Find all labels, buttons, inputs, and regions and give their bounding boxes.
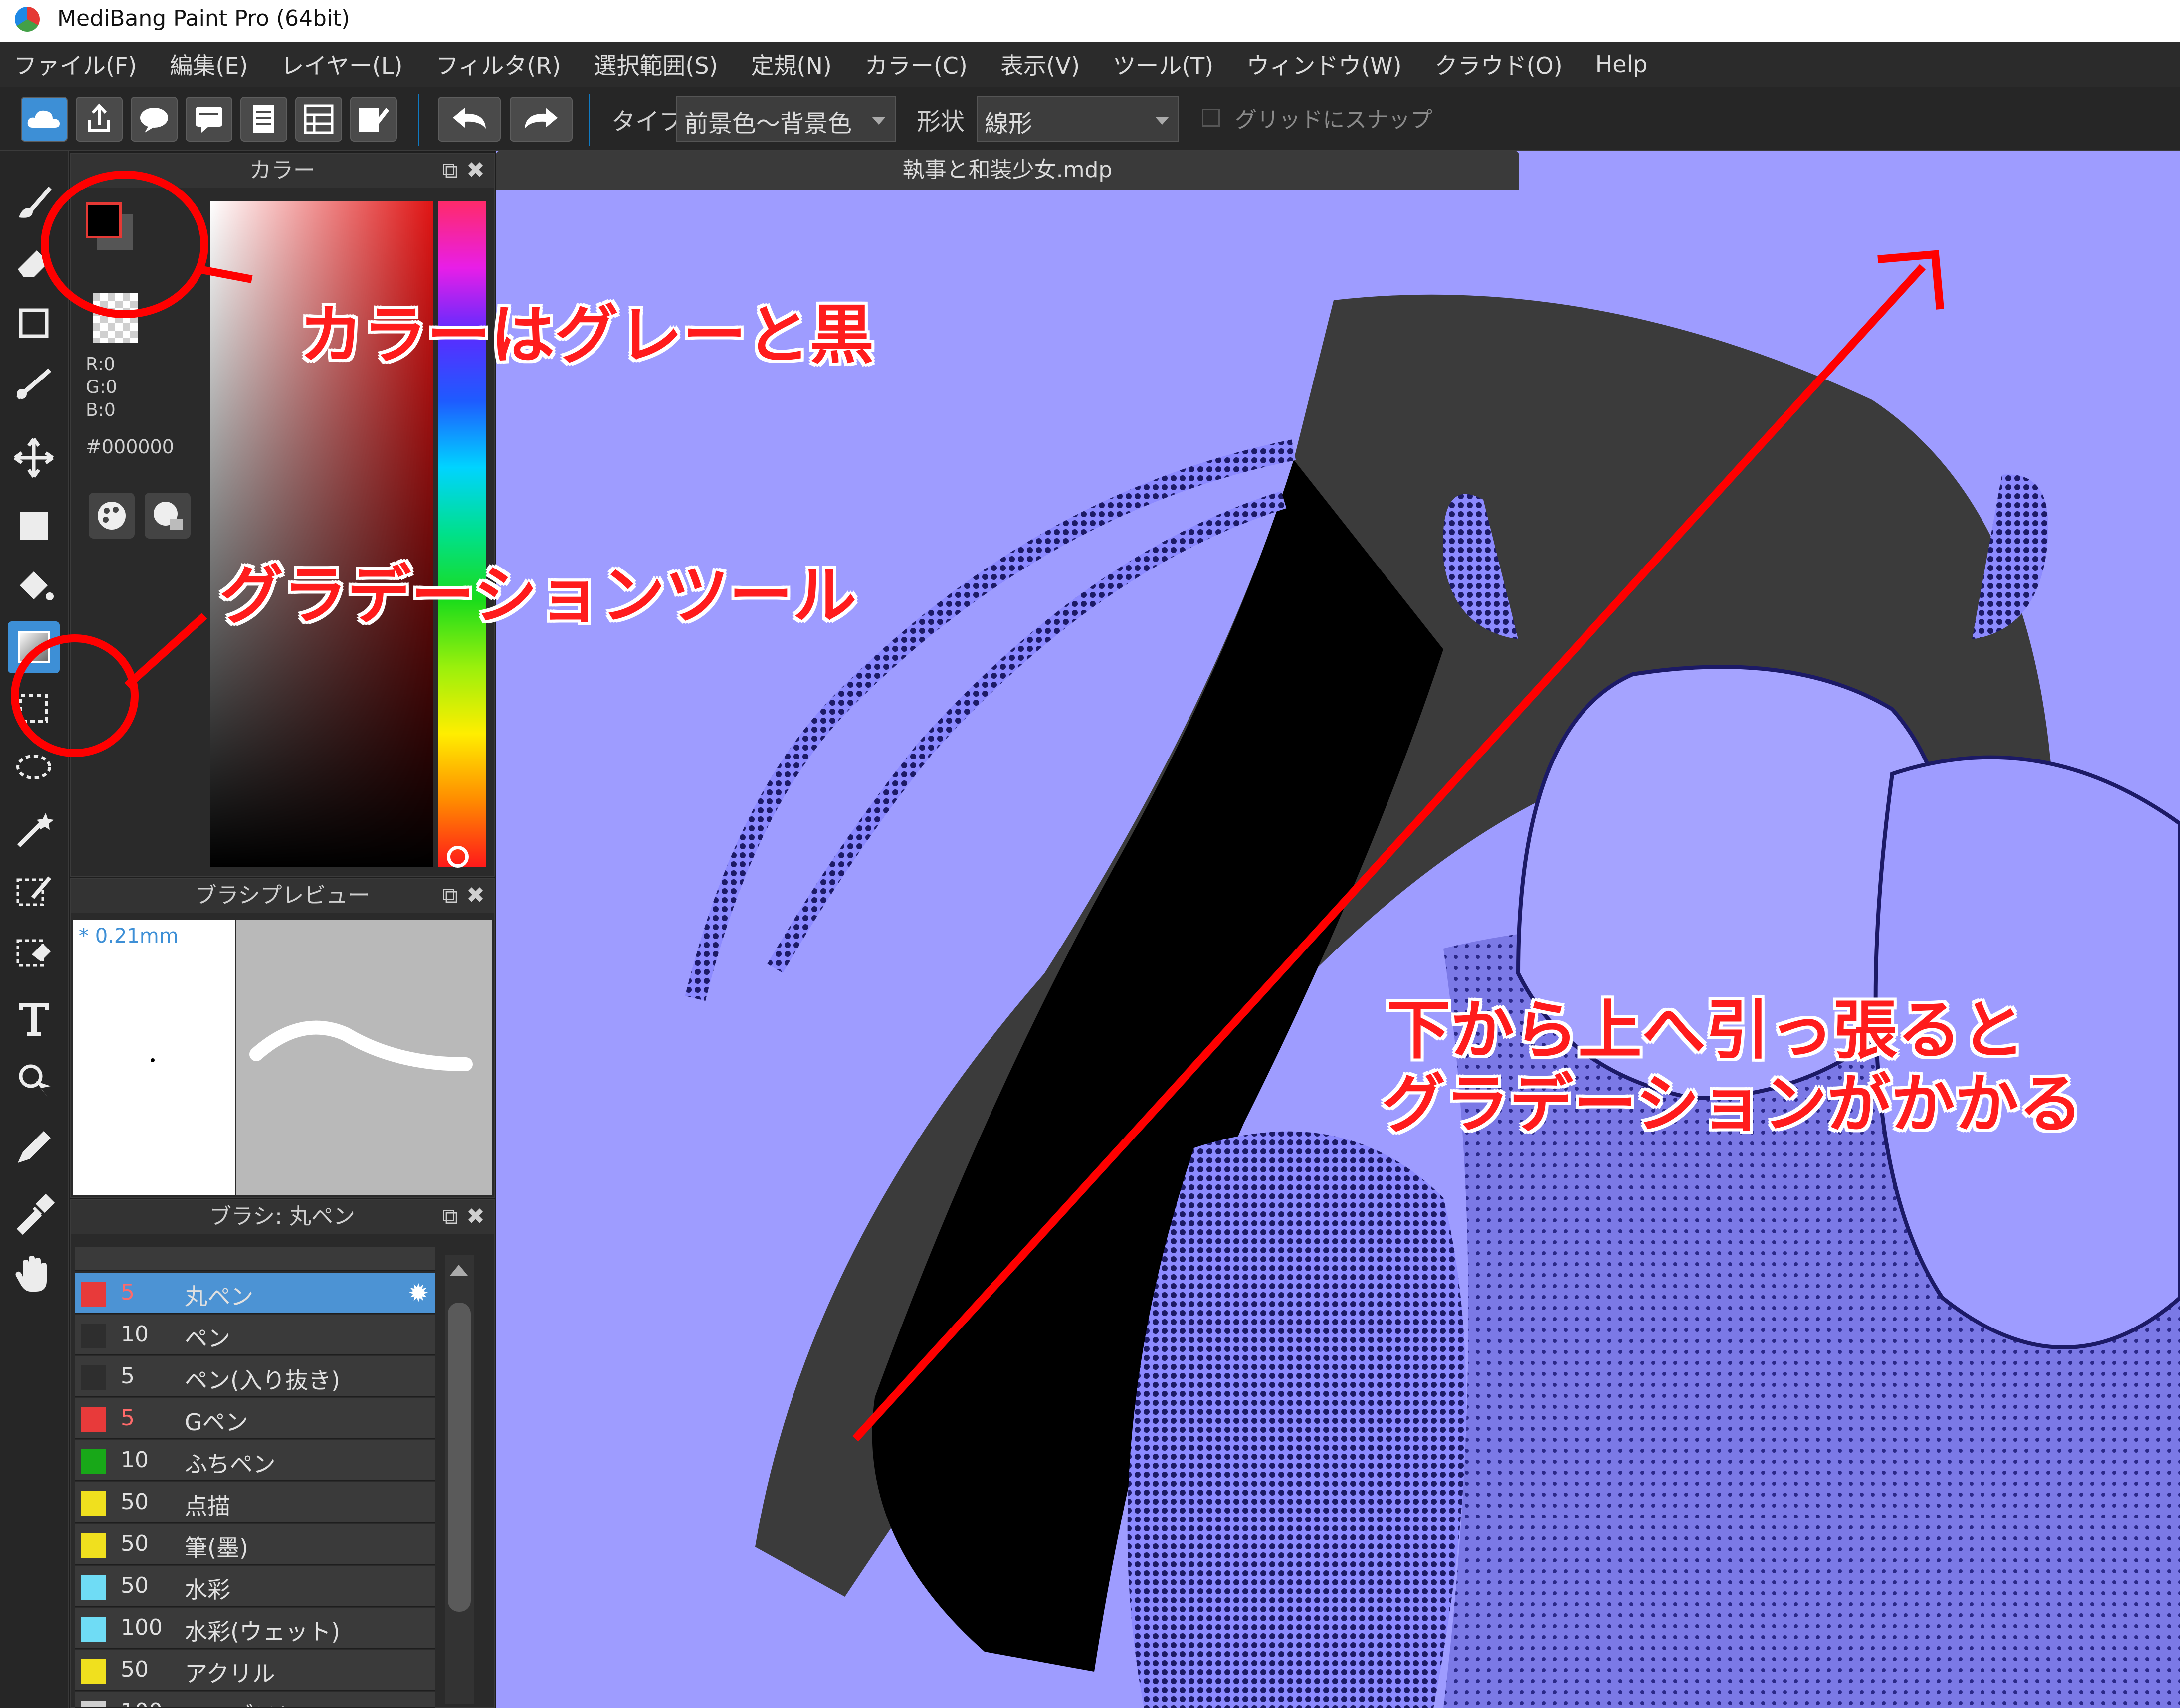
drag-arrow-line: [852, 264, 1926, 1442]
color-callout-line: [198, 265, 253, 283]
annotation-overlay: [11, 171, 1944, 1442]
drag-annotation-line2: グラデーションがかかる: [1382, 1067, 2083, 1141]
tool-callout-line: [124, 613, 207, 689]
color-callout-circle: [41, 171, 208, 318]
color-annotation: カラーはグレーと黒: [299, 298, 874, 373]
tool-annotation: グラデーションツール: [219, 559, 857, 633]
tool-callout-circle: [11, 634, 139, 757]
